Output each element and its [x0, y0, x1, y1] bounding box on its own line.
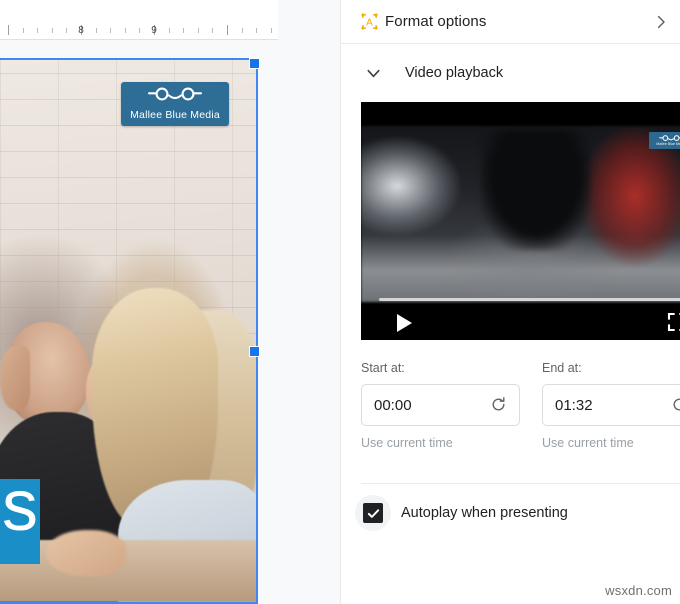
- refresh-icon[interactable]: [671, 396, 680, 414]
- horizontal-ruler[interactable]: 89: [0, 22, 278, 40]
- slide-logo-overlay: Mallee Blue Media: [121, 82, 229, 126]
- start-at-field-group: Start at: 00:00 Use current time: [361, 361, 520, 450]
- video-preview[interactable]: Mallee Blue Media: [361, 102, 680, 340]
- video-frame-shadow: [481, 130, 591, 250]
- ruler-number: 8: [78, 25, 84, 36]
- end-at-input[interactable]: 01:32: [542, 384, 680, 426]
- autoplay-checkbox[interactable]: [363, 503, 383, 523]
- autoplay-checkbox-hover-ring: [355, 495, 391, 531]
- autoplay-label: Autoplay when presenting: [401, 505, 568, 521]
- start-at-label: Start at:: [361, 361, 405, 375]
- hand: [46, 530, 126, 576]
- start-at-value: 00:00: [374, 396, 412, 414]
- selection-handle-top-right[interactable]: [249, 58, 260, 69]
- chevron-down-icon[interactable]: [361, 61, 385, 85]
- video-overlay-logo-text: Mallee Blue Media: [656, 141, 680, 146]
- slide-editor-area: 89 Mallee Blue Media s: [0, 0, 340, 604]
- end-at-use-current-time[interactable]: Use current time: [542, 436, 680, 450]
- ruler-number: 9: [151, 25, 157, 36]
- fullscreen-icon[interactable]: [667, 312, 680, 332]
- selection-handle-middle-right[interactable]: [249, 346, 260, 357]
- glasses-icon: [145, 87, 205, 108]
- end-at-value: 01:32: [555, 396, 593, 414]
- panel-divider: [361, 483, 680, 484]
- svg-text:A: A: [366, 18, 373, 29]
- refresh-icon[interactable]: [490, 396, 508, 414]
- slide-blue-accent-block: s: [0, 470, 40, 564]
- play-icon[interactable]: [397, 314, 412, 332]
- person-man-face: [0, 346, 30, 410]
- site-watermark: wsxdn.com: [605, 583, 672, 598]
- start-at-input[interactable]: 00:00: [361, 384, 520, 426]
- screen: 89 Mallee Blue Media s A Format options …: [0, 0, 680, 604]
- video-overlay-logo: Mallee Blue Media: [649, 132, 680, 149]
- format-options-title: Format options: [385, 13, 487, 30]
- section-header-video-playback[interactable]: Video playback: [341, 44, 680, 102]
- toolbar-spacer: [0, 0, 278, 22]
- selected-image-object[interactable]: Mallee Blue Media s: [0, 58, 258, 604]
- chevron-right-icon[interactable]: [650, 11, 672, 33]
- end-at-field-group: End at: 01:32 Use current time: [542, 361, 680, 450]
- slide-canvas[interactable]: Mallee Blue Media s: [0, 58, 262, 604]
- end-at-label: End at:: [542, 361, 582, 375]
- checkmark-icon: [367, 508, 379, 518]
- video-progress-bar[interactable]: [379, 298, 680, 301]
- format-options-header[interactable]: A Format options: [341, 0, 680, 44]
- slide-blue-block-letter: s: [2, 466, 38, 546]
- format-options-icon: A: [359, 12, 379, 32]
- section-label-video-playback: Video playback: [405, 65, 504, 81]
- autoplay-checkbox-row[interactable]: Autoplay when presenting: [355, 492, 680, 534]
- format-options-panel: A Format options Video playback Mallee B…: [340, 0, 680, 604]
- video-time-fields: Start at: 00:00 Use current time End at:…: [361, 361, 680, 450]
- start-at-use-current-time[interactable]: Use current time: [361, 436, 520, 450]
- slide-logo-text: Mallee Blue Media: [130, 109, 220, 121]
